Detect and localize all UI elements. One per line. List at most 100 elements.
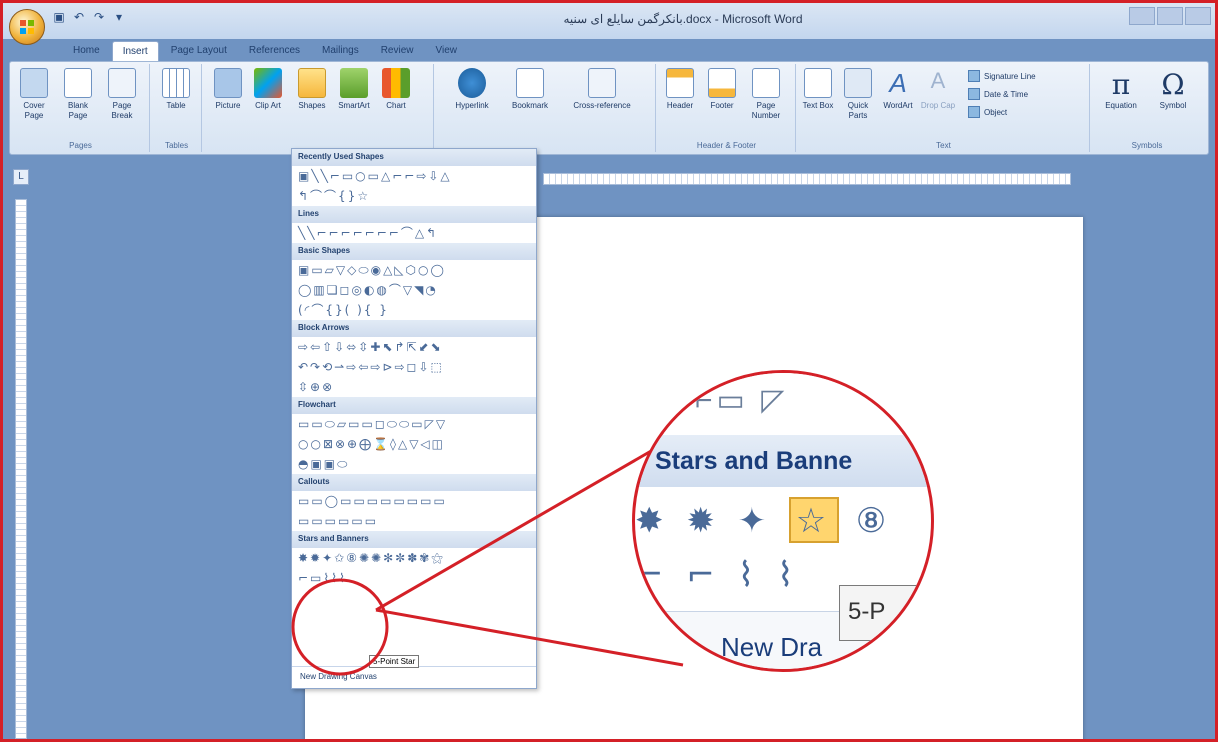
zoom-callout-shapes: ⌐▭ ◸ <box>635 373 931 433</box>
minimize-button[interactable] <box>1129 7 1155 25</box>
shape-row[interactable]: ✸✹✦✩⑧✺✺✻✼✽✾⚝ <box>292 548 536 568</box>
section-stars-banners: Stars and Banners <box>292 531 536 548</box>
date-time-button[interactable]: Date & Time <box>968 88 1028 100</box>
horizontal-ruler[interactable] <box>543 173 1071 185</box>
section-lines: Lines <box>292 206 536 223</box>
tab-references[interactable]: References <box>239 41 310 61</box>
bookmark-button[interactable]: Bookmark <box>502 68 558 111</box>
wordart-button[interactable]: A WordArt <box>878 68 918 111</box>
chart-icon <box>382 68 410 98</box>
smartart-button[interactable]: SmartArt <box>334 68 374 111</box>
double-wave-icon[interactable]: ⌇ <box>777 555 800 595</box>
object-button[interactable]: Object <box>968 106 1007 118</box>
text-group: Text Box Quick Parts A WordArt A Drop Cap … <box>798 64 1090 152</box>
footer-button[interactable]: Footer <box>702 68 742 111</box>
undo-icon[interactable]: ↶ <box>71 9 87 25</box>
section-callouts: Callouts <box>292 474 536 491</box>
pages-group: Cover Page Blank Page Page Break Pages <box>12 64 150 152</box>
cross-reference-button[interactable]: Cross-reference <box>562 68 642 111</box>
blank-page-icon <box>64 68 92 98</box>
shape-row[interactable]: ▭▭⬭▱▭▭◻⬭⬭▭◸▽ <box>292 414 536 434</box>
shape-row[interactable]: ▣▭▱▽◇⬭◉△◺⬡○◯ <box>292 260 536 280</box>
cover-page-button[interactable]: Cover Page <box>14 68 54 121</box>
equation-button[interactable]: π Equation <box>1096 68 1146 111</box>
wordart-icon: A <box>889 68 907 98</box>
tab-page-layout[interactable]: Page Layout <box>161 41 237 61</box>
shape-row[interactable]: ▭▭◯▭▭▭▭▭▭▭▭ <box>292 491 536 511</box>
close-button[interactable] <box>1185 7 1211 25</box>
shape-row[interactable]: ▣╲╲⌐▭○▭△⌐⌐⇨⇩△ <box>292 166 536 186</box>
calendar-icon <box>968 88 980 100</box>
shape-row[interactable]: ▭▭▭▭▭▭ <box>292 511 536 531</box>
quick-parts-icon <box>844 68 872 98</box>
tab-home[interactable]: Home <box>63 41 110 61</box>
new-drawing-canvas-item[interactable]: New Drawing Canvas <box>292 666 536 688</box>
header-button[interactable]: Header <box>660 68 700 111</box>
shapes-button[interactable]: Shapes <box>292 68 332 111</box>
ribbon-tabs: Home Insert Page Layout References Maili… <box>63 41 467 61</box>
zoom-section-title: Stars and Banne <box>635 435 931 487</box>
signature-line-button[interactable]: Signature Line <box>968 70 1036 82</box>
chart-button[interactable]: Chart <box>376 68 416 111</box>
wave-icon[interactable]: ⌇ <box>738 555 761 595</box>
tab-insert[interactable]: Insert <box>111 41 159 61</box>
tooltip: 5-Point Star <box>369 655 420 668</box>
symbols-group: π Equation Ω Symbol Symbols <box>1092 64 1202 152</box>
shape-row[interactable]: (◜⌒{}( ){ } <box>292 300 536 320</box>
page-number-button[interactable]: Page Number <box>746 68 786 121</box>
window-controls <box>1129 7 1211 25</box>
redo-icon[interactable]: ↷ <box>91 9 107 25</box>
shapes-gallery: Recently Used Shapes ▣╲╲⌐▭○▭△⌐⌐⇨⇩△ ↰⌒⌒{}… <box>291 148 537 689</box>
page-break-icon <box>108 68 136 98</box>
section-block-arrows: Block Arrows <box>292 320 536 337</box>
maximize-button[interactable] <box>1157 7 1183 25</box>
page-number-icon <box>752 68 780 98</box>
office-logo-icon <box>20 20 34 34</box>
header-icon <box>666 68 694 98</box>
shape-row[interactable]: ↰⌒⌒{}☆ <box>292 186 536 206</box>
shape-row[interactable]: ○○⊠⊗⊕⨁⌛◊△▽◁◫ <box>292 434 536 454</box>
explosion-2-icon[interactable]: ✹ <box>686 501 721 541</box>
clip-art-button[interactable]: Clip Art <box>248 68 288 111</box>
scroll-icon[interactable]: ⌐ <box>686 555 721 595</box>
drop-cap-button[interactable]: A Drop Cap <box>918 68 958 111</box>
pi-icon: π <box>1111 68 1131 101</box>
text-box-button[interactable]: Text Box <box>798 68 838 111</box>
five-point-star-icon[interactable]: ☆ <box>788 497 839 543</box>
symbol-button[interactable]: Ω Symbol <box>1148 68 1198 111</box>
eight-point-star-icon[interactable]: ⑧ <box>856 501 892 541</box>
shape-row[interactable]: ⇳⊕⊗ <box>292 377 536 397</box>
hyperlink-button[interactable]: Hyperlink <box>444 68 500 111</box>
shape-row[interactable]: ◯▥❏◻◎◐◍⌒▽◥◔ <box>292 280 536 300</box>
tables-group: Table Tables <box>152 64 202 152</box>
section-flowchart: Flowchart <box>292 397 536 414</box>
cross-reference-icon <box>588 68 616 98</box>
smartart-icon <box>340 68 368 98</box>
picture-button[interactable]: Picture <box>208 68 248 111</box>
four-point-star-icon[interactable]: ✦ <box>738 501 773 541</box>
word-window: ▣ ↶ ↷ ▾ بانکرگمن سایلع ای سنیه.docx - Mi… <box>0 0 1218 742</box>
table-button[interactable]: Table <box>156 68 196 111</box>
tab-mailings[interactable]: Mailings <box>312 41 369 61</box>
customize-qat-icon[interactable]: ▾ <box>111 9 127 25</box>
object-icon <box>968 106 980 118</box>
page-break-button[interactable]: Page Break <box>102 68 142 121</box>
office-button[interactable] <box>9 9 45 45</box>
zoom-tooltip: 5-P <box>839 585 931 641</box>
quick-parts-button[interactable]: Quick Parts <box>838 68 878 121</box>
tab-review[interactable]: Review <box>371 41 424 61</box>
shape-row[interactable]: ⌐▭⌇⌇⌇ <box>292 568 536 588</box>
explosion-1-icon[interactable]: ✸ <box>635 501 670 541</box>
ruler-tab-selector[interactable]: L <box>13 169 29 185</box>
shape-row[interactable]: ◓▣▣⬭ <box>292 454 536 474</box>
ribbon-icon[interactable]: ⌐ <box>635 555 670 595</box>
save-icon[interactable]: ▣ <box>51 9 67 25</box>
tab-view[interactable]: View <box>426 41 468 61</box>
shape-row[interactable]: ╲╲⌐⌐⌐⌐⌐⌐⌐⌒△↰ <box>292 223 536 243</box>
vertical-ruler[interactable] <box>15 199 27 739</box>
ribbon: Cover Page Blank Page Page Break Pages T… <box>9 61 1209 155</box>
magnified-view: ⌐▭ ◸ Stars and Banne ✸ ✹ ✦ ☆ ⑧ ⌐ ⌐ ⌇ ⌇ N… <box>632 370 934 672</box>
shape-row[interactable]: ⇨⇦⇧⇩⬄⇳✚⬉↱⇱⬋⬊ <box>292 337 536 357</box>
blank-page-button[interactable]: Blank Page <box>58 68 98 121</box>
shape-row[interactable]: ↶↷⟲⇀⇨⇦⇨⊳⇨◻⇩⬚ <box>292 357 536 377</box>
